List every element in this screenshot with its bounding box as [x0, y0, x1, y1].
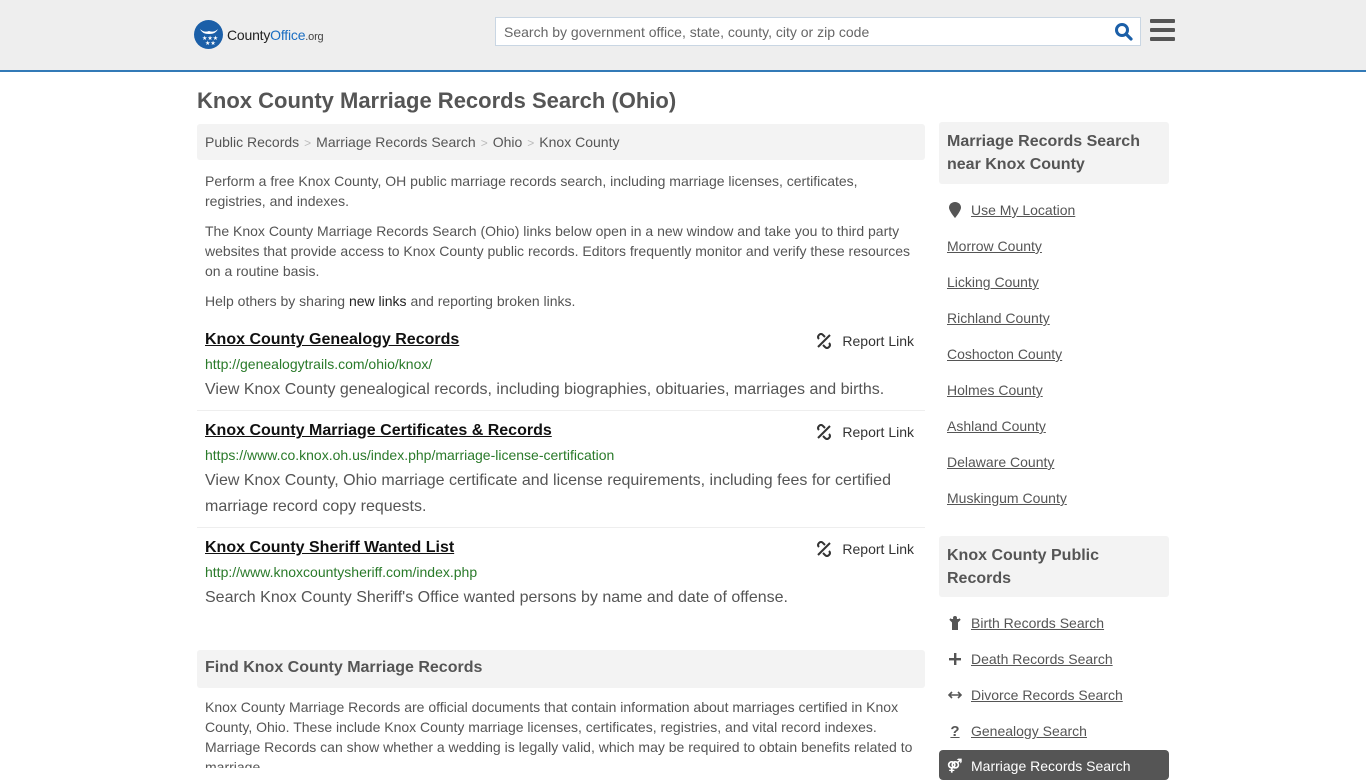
report-link-button[interactable]: Report Link	[816, 333, 914, 349]
search-bar	[495, 17, 1141, 46]
intro-share-paragraph: Help others by sharing new links and rep…	[205, 293, 576, 309]
genealogy-search-link[interactable]: ? Genealogy Search	[947, 722, 1087, 740]
nearby-county-link[interactable]: Muskingum County	[947, 490, 1067, 506]
site-logo[interactable]: ★★★ ★★ CountyOffice.org	[194, 20, 324, 49]
result-title-link[interactable]: Knox County Sheriff Wanted List	[205, 539, 454, 557]
intro-paragraph: The Knox County Marriage Records Search …	[205, 223, 911, 279]
breadcrumb-ohio[interactable]: Ohio	[493, 134, 523, 150]
nearby-county-link[interactable]: Holmes County	[947, 382, 1043, 398]
svg-text:★★: ★★	[205, 40, 216, 45]
nearby-county-link[interactable]: Ashland County	[947, 418, 1046, 434]
nearby-county-link[interactable]: Licking County	[947, 274, 1039, 290]
intro-paragraph: Perform a free Knox County, OH public ma…	[205, 173, 858, 209]
result-item: Knox County Sheriff Wanted List Report L…	[197, 539, 925, 609]
report-link-button[interactable]: Report Link	[816, 541, 914, 557]
hamburger-menu-icon[interactable]	[1150, 19, 1175, 41]
marriage-records-active-link[interactable]: ⚤ Marriage Records Search	[939, 750, 1169, 780]
result-description: View Knox County genealogical records, i…	[205, 381, 885, 398]
marriage-icon: ⚤	[947, 758, 963, 773]
breadcrumb-public-records[interactable]: Public Records	[205, 134, 299, 150]
breadcrumb-knox-county[interactable]: Knox County	[539, 134, 619, 150]
plus-icon	[947, 651, 963, 667]
result-url[interactable]: http://www.knoxcountysheriff.com/index.p…	[205, 564, 477, 580]
birth-records-link[interactable]: Birth Records Search	[947, 615, 1104, 631]
use-my-location-link[interactable]: Use My Location	[947, 202, 1075, 218]
breadcrumb: Public Records > Marriage Records Search > O…	[197, 124, 925, 160]
divider	[197, 527, 925, 528]
public-records-heading: Knox County Public Records	[939, 536, 1169, 597]
breadcrumb-separator: >	[304, 136, 312, 150]
report-link-button[interactable]: Report Link	[816, 424, 914, 440]
death-records-link[interactable]: Death Records Search	[947, 651, 1113, 667]
site-header: ★★★ ★★ CountyOffice.org	[0, 0, 1366, 72]
breadcrumb-marriage-records-search[interactable]: Marriage Records Search	[316, 134, 476, 150]
result-url[interactable]: https://www.co.knox.oh.us/index.php/marr…	[205, 447, 614, 463]
breadcrumb-separator: >	[527, 136, 535, 150]
divider	[197, 410, 925, 411]
find-records-text: Knox County Marriage Records are officia…	[205, 699, 913, 768]
breadcrumb-separator: >	[480, 136, 488, 150]
result-url[interactable]: http://genealogytrails.com/ohio/knox/	[205, 356, 432, 372]
question-icon: ?	[950, 722, 960, 740]
eagle-logo-icon: ★★★ ★★	[194, 20, 223, 49]
search-input[interactable]	[496, 18, 1096, 45]
search-icon[interactable]	[1114, 22, 1134, 42]
find-records-heading: Find Knox County Marriage Records	[197, 650, 925, 688]
broken-link-icon	[817, 424, 832, 440]
intro-text: Perform a free Knox County, OH public ma…	[205, 171, 920, 321]
new-links-link[interactable]: new links	[349, 293, 407, 309]
result-title-link[interactable]: Knox County Genealogy Records	[205, 331, 459, 349]
nearby-county-link[interactable]: Morrow County	[947, 238, 1042, 254]
result-description: Search Knox County Sheriff's Office want…	[205, 589, 788, 606]
nearby-county-link[interactable]: Coshocton County	[947, 346, 1062, 362]
child-icon	[947, 615, 963, 631]
result-title-link[interactable]: Knox County Marriage Certificates & Reco…	[205, 422, 552, 440]
logo-wordmark: CountyOffice.org	[227, 26, 324, 43]
map-marker-icon	[947, 202, 963, 218]
broken-link-icon	[817, 333, 832, 349]
nearby-county-link[interactable]: Richland County	[947, 310, 1050, 326]
page-title: Knox County Marriage Records Search (Ohi…	[197, 88, 677, 113]
arrows-horizontal-icon	[947, 687, 963, 703]
result-description: View Knox County, Ohio marriage certific…	[205, 472, 891, 515]
broken-link-icon	[817, 541, 832, 557]
result-item: Knox County Marriage Certificates & Reco…	[197, 422, 925, 522]
nearby-heading: Marriage Records Search near Knox County	[939, 122, 1169, 184]
result-item: Knox County Genealogy Records Report Lin…	[197, 331, 925, 401]
divorce-records-link[interactable]: Divorce Records Search	[947, 687, 1123, 703]
nearby-county-link[interactable]: Delaware County	[947, 454, 1054, 470]
